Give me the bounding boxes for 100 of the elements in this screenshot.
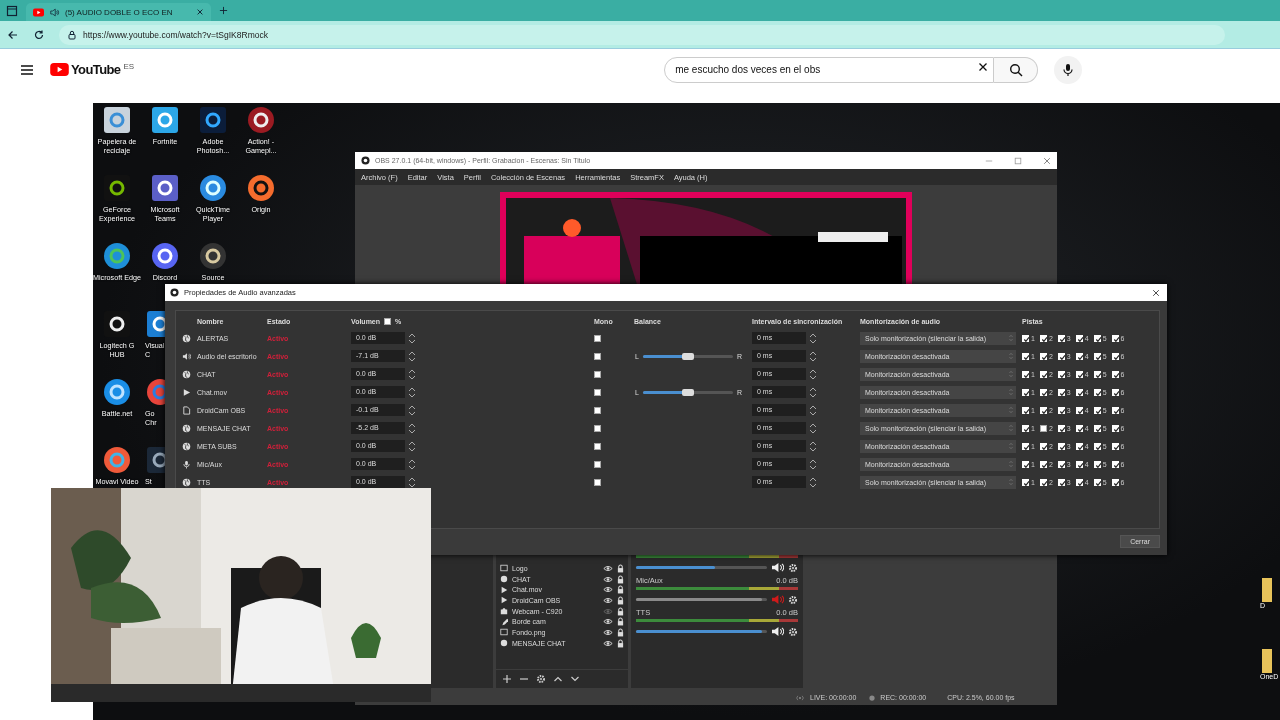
lock-icon[interactable]	[617, 638, 624, 648]
spinner-arrows-icon	[1008, 477, 1014, 487]
globe-icon	[182, 369, 191, 379]
clear-icon[interactable]	[978, 62, 988, 72]
spinner-arrows-icon	[1008, 387, 1014, 397]
mono-checkbox[interactable]	[594, 406, 601, 414]
spinner-arrows-icon[interactable]	[809, 475, 817, 489]
mono-checkbox[interactable]	[594, 424, 601, 432]
address-field[interactable]: https://www.youtube.com/watch?v=tSgIK8Rmock	[59, 24, 1225, 45]
play-logo-icon[interactable]	[50, 63, 69, 76]
ring-logo-icon[interactable]	[246, 173, 276, 203]
circle-logo-icon	[170, 288, 179, 297]
new-tab-icon[interactable]	[219, 6, 228, 15]
video-play-icon	[33, 7, 44, 17]
spinner-arrows-icon[interactable]	[809, 457, 817, 471]
spinner-arrows-icon[interactable]	[809, 349, 817, 363]
speaker-icon[interactable]	[771, 562, 784, 573]
menu-icon[interactable]	[20, 63, 34, 76]
lock-icon[interactable]	[617, 595, 624, 605]
globe-icon	[500, 575, 508, 584]
lock-icon[interactable]	[617, 574, 624, 584]
globe-icon	[182, 441, 191, 451]
record-dot-icon	[869, 694, 876, 701]
app-tile-icon[interactable]	[246, 105, 276, 135]
spinner-arrows-icon[interactable]	[408, 349, 416, 363]
spinner-arrows-icon[interactable]	[408, 367, 416, 381]
lock-icon[interactable]	[617, 617, 624, 627]
settings-icon[interactable]	[788, 626, 798, 637]
ring-logo-icon[interactable]	[198, 173, 228, 203]
settings-icon[interactable]	[788, 562, 798, 573]
lock-icon[interactable]	[617, 563, 624, 573]
reload-icon[interactable]	[33, 28, 45, 41]
spinner-arrows-icon[interactable]	[809, 367, 817, 381]
spinner-arrows-icon[interactable]	[809, 385, 817, 399]
add-icon[interactable]	[502, 674, 512, 684]
close-icon[interactable]	[196, 8, 204, 16]
speaker-icon[interactable]	[771, 626, 784, 637]
mono-checkbox[interactable]	[594, 388, 601, 396]
spinner-arrows-icon[interactable]	[809, 421, 817, 435]
move-down-icon[interactable]	[570, 674, 580, 684]
spinner-arrows-icon	[1008, 333, 1014, 343]
search-field[interactable]: me escucho dos veces en el obs	[664, 56, 995, 83]
lock-icon[interactable]	[617, 606, 624, 616]
mono-checkbox[interactable]	[594, 370, 601, 378]
spinner-arrows-icon	[1008, 369, 1014, 379]
microphone-button[interactable]	[1054, 55, 1083, 84]
back-icon[interactable]	[7, 28, 19, 41]
globe-icon	[182, 477, 191, 487]
app-tile-icon[interactable]	[198, 105, 228, 135]
close-icon[interactable]	[1043, 156, 1051, 165]
image-icon	[500, 628, 508, 637]
spinner-arrows-icon[interactable]	[408, 457, 416, 471]
globe-icon	[182, 423, 191, 433]
browser-tab[interactable]: (5) AUDIO DOBLE O ECO EN	[26, 3, 211, 21]
spinner-arrows-icon[interactable]	[408, 421, 416, 435]
spinner-arrows-icon[interactable]	[408, 439, 416, 453]
camera-icon	[500, 607, 508, 616]
lock-icon	[67, 29, 77, 40]
settings-icon[interactable]	[788, 594, 798, 605]
spinner-arrows-icon	[1008, 441, 1014, 451]
image-icon	[500, 564, 508, 573]
settings-icon[interactable]	[536, 674, 546, 684]
spinner-arrows-icon[interactable]	[809, 403, 817, 417]
spinner-arrows-icon	[1008, 459, 1014, 469]
spinner-arrows-icon[interactable]	[809, 439, 817, 453]
spinner-arrows-icon[interactable]	[408, 403, 416, 417]
circle-logo-icon	[361, 156, 370, 165]
window-menu-icon[interactable]	[6, 4, 18, 17]
app-tile-icon[interactable]	[150, 105, 180, 135]
search-icon	[1008, 62, 1023, 77]
logo-text[interactable]: YouTube	[71, 62, 121, 77]
mono-checkbox[interactable]	[594, 352, 601, 360]
move-up-icon[interactable]	[553, 674, 563, 684]
spinner-arrows-icon	[1008, 405, 1014, 415]
globe-icon	[182, 333, 191, 343]
mono-checkbox[interactable]	[594, 478, 601, 486]
spinner-arrows-icon[interactable]	[408, 331, 416, 345]
balance-slider[interactable]	[642, 354, 733, 358]
microphone-icon	[182, 459, 191, 469]
globe-icon	[500, 639, 508, 648]
mono-checkbox[interactable]	[594, 334, 601, 342]
track-checkbox[interactable]	[1039, 424, 1047, 432]
broadcast-icon	[795, 693, 805, 702]
lock-icon[interactable]	[617, 585, 624, 595]
lock-icon[interactable]	[617, 627, 624, 637]
mono-checkbox[interactable]	[594, 442, 601, 450]
percent-checkbox[interactable]	[384, 317, 392, 325]
spinner-arrows-icon[interactable]	[408, 385, 416, 399]
spinner-arrows-icon[interactable]	[408, 475, 416, 489]
region-label: ES	[123, 62, 135, 71]
spinner-arrows-icon	[1008, 423, 1014, 433]
search-button[interactable]	[994, 56, 1039, 83]
close-icon[interactable]	[1152, 288, 1160, 297]
balance-slider[interactable]	[642, 390, 733, 394]
spinner-arrows-icon	[1008, 351, 1014, 361]
play-icon	[182, 387, 191, 397]
spinner-arrows-icon[interactable]	[809, 331, 817, 345]
volume-slider[interactable]	[636, 566, 767, 569]
app-tile-icon[interactable]	[150, 173, 180, 203]
mono-checkbox[interactable]	[594, 460, 601, 468]
